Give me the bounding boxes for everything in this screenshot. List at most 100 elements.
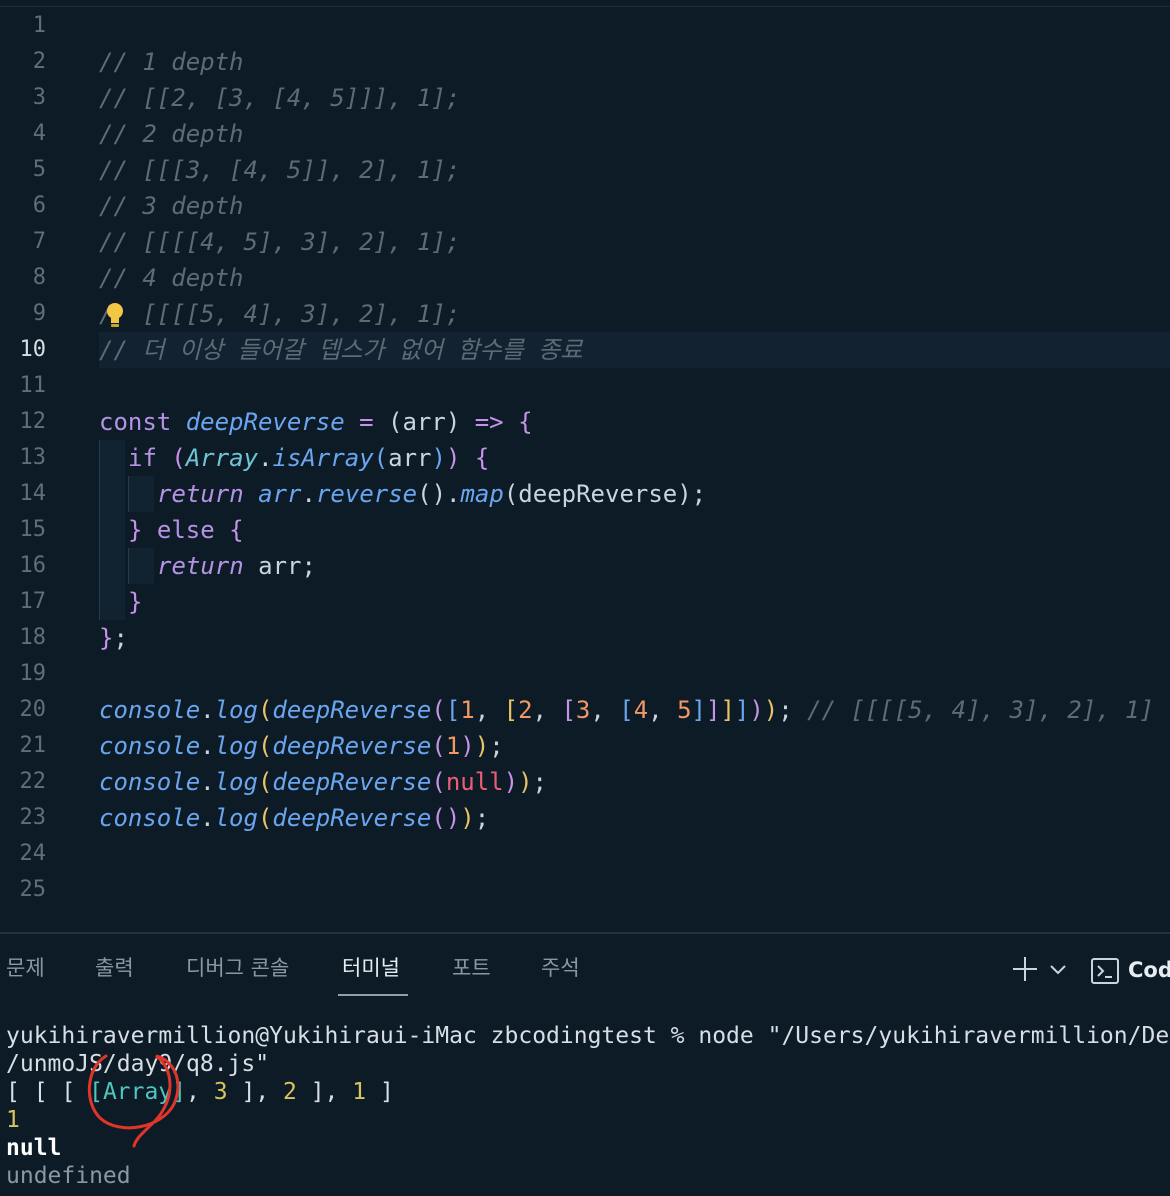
- code-text[interactable]: // 더 이상 들어갈 뎁스가 없어 함수를 종료: [99, 332, 582, 368]
- code-token: ]: [691, 696, 706, 724]
- code-token: .: [301, 480, 316, 508]
- code-text[interactable]: } else {: [128, 512, 244, 548]
- lightbulb-icon[interactable]: [104, 302, 126, 328]
- code-line[interactable]: 3 // [[2, [3, [4, 5]]], 1];: [0, 80, 1170, 116]
- line-number[interactable]: 18: [0, 620, 47, 656]
- code-line[interactable]: 19: [0, 656, 1170, 692]
- code-token: .: [200, 768, 215, 796]
- code-text[interactable]: console.log(deepReverse(1));: [99, 728, 504, 764]
- line-number[interactable]: 14: [0, 476, 47, 512]
- code-text[interactable]: };: [99, 620, 128, 656]
- code-text[interactable]: console.log(deepReverse([1, [2, [3, [4, …: [99, 692, 1154, 728]
- code-text[interactable]: return arr.reverse().map(deepReverse);: [157, 476, 706, 512]
- terminal-token: 3: [213, 1079, 228, 1105]
- line-number[interactable]: 17: [0, 584, 47, 620]
- line-number[interactable]: 23: [0, 800, 47, 836]
- tab-5[interactable]: 주석: [541, 952, 580, 992]
- line-number[interactable]: 12: [0, 404, 47, 440]
- code-text[interactable]: console.log(deepReverse());: [99, 800, 489, 836]
- code-text[interactable]: console.log(deepReverse(null));: [99, 764, 547, 800]
- tab-4[interactable]: 포트: [452, 952, 491, 992]
- code-line[interactable]: 10 // 더 이상 들어갈 뎁스가 없어 함수를 종료: [0, 332, 1170, 368]
- line-number[interactable]: 5: [0, 152, 46, 188]
- line-number[interactable]: 16: [0, 548, 47, 584]
- line-number[interactable]: 15: [0, 512, 47, 548]
- code-line[interactable]: 15 } else {: [0, 512, 1170, 548]
- code-text[interactable]: // 2 depth: [99, 116, 244, 152]
- line-number[interactable]: 22: [0, 764, 47, 800]
- code-line[interactable]: 7 // [[[[4, 5], 3], 2], 1];: [0, 224, 1170, 260]
- code-token: ): [431, 444, 446, 472]
- code-line[interactable]: 4 // 2 depth: [0, 116, 1170, 152]
- code-token: ,: [648, 696, 678, 724]
- line-number[interactable]: 2: [0, 44, 46, 80]
- code-token: // 3 depth: [99, 192, 244, 220]
- code-line[interactable]: 25: [0, 872, 1170, 908]
- code-token: (): [417, 480, 447, 508]
- line-number[interactable]: 25: [0, 872, 47, 908]
- code-text[interactable]: return arr;: [157, 548, 316, 584]
- code-line[interactable]: 23 console.log(deepReverse());: [0, 800, 1170, 836]
- code-text[interactable]: // [[2, [3, [4, 5]]], 1];: [99, 80, 460, 116]
- terminal-token: ]: [366, 1079, 394, 1105]
- line-number[interactable]: 1: [0, 8, 46, 44]
- code-token: ;: [778, 696, 808, 724]
- code-line[interactable]: 16 return arr;: [0, 548, 1170, 584]
- code-line[interactable]: 9 / [[[[5, 4], 3], 2], 1];: [0, 296, 1170, 332]
- line-number[interactable]: 19: [0, 656, 47, 692]
- tab-3[interactable]: 터미널: [342, 952, 400, 992]
- line-number[interactable]: 3: [0, 80, 46, 116]
- code-line[interactable]: 2 // 1 depth: [0, 44, 1170, 80]
- code-text[interactable]: // [[[[4, 5], 3], 2], 1];: [99, 224, 460, 260]
- code-line[interactable]: 24: [0, 836, 1170, 872]
- code-text[interactable]: }: [128, 584, 142, 620]
- line-number[interactable]: 21: [0, 728, 47, 764]
- code-text[interactable]: // 1 depth: [99, 44, 244, 80]
- code-text[interactable]: if (Array.isArray(arr)) {: [128, 440, 489, 476]
- annotation-circle: [87, 1054, 180, 1148]
- code-line[interactable]: 6 // 3 depth: [0, 188, 1170, 224]
- line-number[interactable]: 6: [0, 188, 46, 224]
- code-token: ,: [474, 696, 504, 724]
- line-number[interactable]: 8: [0, 260, 46, 296]
- code-line[interactable]: 18};: [0, 620, 1170, 656]
- code-line[interactable]: 1: [0, 8, 1170, 44]
- code-text[interactable]: // [[[3, [4, 5]], 2], 1];: [99, 152, 460, 188]
- terminal-icon[interactable]: [1090, 956, 1120, 986]
- chevron-down-icon[interactable]: [1048, 962, 1068, 978]
- tab-1[interactable]: 출력: [95, 952, 134, 992]
- code-line[interactable]: 13 if (Array.isArray(arr)) {: [0, 440, 1170, 476]
- code-line[interactable]: 20 console.log(deepReverse([1, [2, [3, [4…: [0, 692, 1170, 728]
- terminal-launch-label[interactable]: Cod: [1128, 958, 1170, 998]
- line-number[interactable]: 7: [0, 224, 46, 260]
- code-text[interactable]: // 4 depth: [99, 260, 244, 296]
- code-line[interactable]: 8 // 4 depth: [0, 260, 1170, 296]
- tab-2[interactable]: 디버그 콘솔: [186, 952, 289, 992]
- line-number[interactable]: 9: [0, 296, 46, 332]
- terminal-token: null: [6, 1135, 62, 1161]
- line-number[interactable]: 4: [0, 116, 46, 152]
- code-line[interactable]: 14 return arr.reverse().map(deepReverse);: [0, 476, 1170, 512]
- code-token: reverse: [315, 480, 418, 508]
- line-number[interactable]: 13: [0, 440, 47, 476]
- code-line[interactable]: 5 // [[[3, [4, 5]], 2], 1];: [0, 152, 1170, 188]
- line-number[interactable]: 24: [0, 836, 47, 872]
- indent-guide-fill: [128, 548, 154, 584]
- line-number[interactable]: 20: [0, 692, 47, 728]
- code-line[interactable]: 12 const deepReverse = (arr) => {: [0, 404, 1170, 440]
- code-line[interactable]: 22 console.log(deepReverse(null));: [0, 764, 1170, 800]
- code-editor[interactable]: 1 2 // 1 depth 3 // [[2, [3, [4, 5]]], 1]; 4 /…: [0, 0, 1170, 932]
- plus-icon[interactable]: [1010, 954, 1040, 984]
- code-token: (): [431, 804, 461, 832]
- line-number[interactable]: 10: [0, 332, 47, 368]
- code-token: arr: [258, 480, 302, 508]
- code-token: .: [446, 480, 461, 508]
- code-text[interactable]: / [[[[5, 4], 3], 2], 1];: [99, 296, 460, 332]
- code-text[interactable]: const deepReverse = (arr) => {: [99, 404, 533, 440]
- code-text[interactable]: // 3 depth: [99, 188, 244, 224]
- code-line[interactable]: 17}: [0, 584, 1170, 620]
- tab-0[interactable]: 문제: [6, 952, 45, 992]
- line-number[interactable]: 11: [0, 368, 47, 404]
- code-line[interactable]: 11: [0, 368, 1170, 404]
- code-line[interactable]: 21 console.log(deepReverse(1));: [0, 728, 1170, 764]
